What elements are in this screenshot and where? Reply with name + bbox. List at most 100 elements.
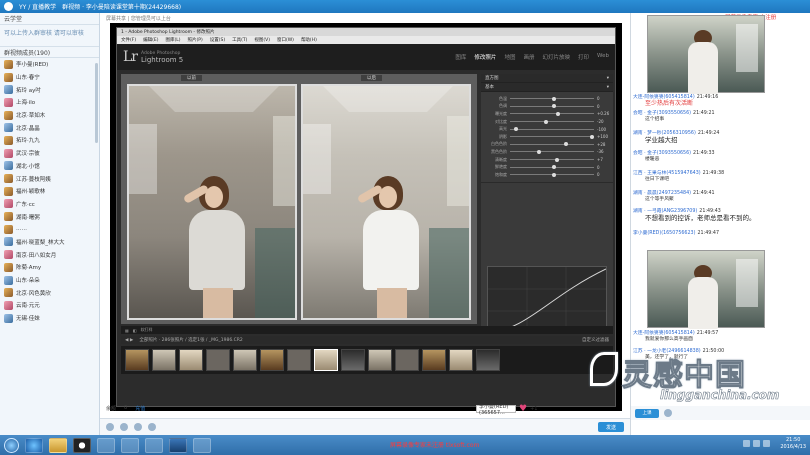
chat-sender[interactable]: 会昭 · 金子(3093550656) [633,111,691,116]
member-item[interactable]: 拓玲 ay吋 [0,83,99,96]
send-button[interactable]: 发送 [598,422,624,432]
develop-slider[interactable]: 高光 -100 [485,125,609,133]
lightroom-menu-item[interactable]: 设置(S) [210,37,225,43]
filmstrip-thumbnail[interactable] [206,349,230,371]
slider-value[interactable]: -20 [597,119,609,124]
lightroom-menu-item[interactable]: 照片(P) [188,37,203,43]
module-tab[interactable]: 图库 [455,53,466,61]
module-tab[interactable]: Web [597,53,609,61]
before-after-icon[interactable]: ◧ [133,328,137,333]
filmstrip-thumbnail[interactable] [341,349,365,371]
slider-knob[interactable] [552,165,556,170]
basic-header[interactable]: 基本 ▾ [481,83,613,92]
slider-track[interactable] [510,111,594,116]
filmstrip-thumbnail[interactable] [233,349,257,371]
member-item[interactable]: 福州·晓蓝梨_林大大 [0,236,99,249]
develop-slider[interactable]: 对比度 -20 [485,118,609,126]
sidebar-tab[interactable]: 云学堂 [0,13,99,25]
slider-value[interactable]: 0 [597,172,609,177]
member-item[interactable]: 云南·元元 [0,299,99,312]
develop-slider[interactable]: 白色色阶 +28 [485,141,609,149]
develop-slider[interactable]: 鲜艳度 0 [485,163,609,171]
module-tab[interactable]: 打印 [578,53,589,61]
collapse-triangle-icon[interactable]: ▾ [607,85,609,90]
slider-value[interactable]: 0 [597,165,609,170]
member-item[interactable]: 山东·春宁 [0,71,99,84]
member-item[interactable]: 武汉·宗彼 [0,147,99,160]
slider-value[interactable]: +100 [597,134,609,139]
slider-value[interactable]: +0.26 [597,111,609,116]
member-item[interactable]: 北京·风色黄欣 [0,286,99,299]
tray-volume-icon[interactable] [753,440,760,447]
slider-track[interactable] [510,104,594,109]
mail-icon[interactable] [97,437,115,453]
member-item[interactable]: 湖南·曙粥 [0,210,99,223]
member-item[interactable]: 山东·朵朵 [0,274,99,287]
member-item[interactable]: 广东·cc [0,198,99,211]
develop-slider[interactable]: 清晰度 +7 [485,156,609,164]
slider-value[interactable]: 0 [597,96,609,101]
develop-slider[interactable]: 阴影 +100 [485,133,609,141]
font-icon[interactable] [120,423,128,431]
module-tab[interactable]: 画册 [523,53,534,61]
filmstrip-thumbnail[interactable] [125,349,149,371]
lightroom-menu-item[interactable]: 窗口(W) [277,37,294,43]
slider-knob[interactable] [556,111,561,116]
develop-slider[interactable]: 色温 0 [485,95,609,103]
slider-knob[interactable] [554,157,559,162]
slider-knob[interactable] [543,119,548,124]
histogram-header[interactable]: 直方图 ▾ [481,74,613,83]
tray-input-icon[interactable] [763,440,770,447]
emoji-icon[interactable] [106,423,114,431]
media-icon[interactable] [145,437,163,453]
slider-value[interactable]: 0 [597,104,609,109]
filmstrip-nav-icon[interactable]: ◀ ▶ [125,338,133,343]
slider-track[interactable] [510,165,594,170]
chat-sender[interactable]: 会昭 · 金子(3093550656) [633,151,691,156]
lightroom-menu-item[interactable]: 视图(V) [254,37,270,43]
slider-value[interactable]: -100 [597,127,609,132]
tray-network-icon[interactable] [743,440,750,447]
member-item[interactable]: 北京·草如木 [0,109,99,122]
slider-track[interactable] [510,96,594,101]
slider-track[interactable] [510,157,594,162]
lightroom-menu-item[interactable]: 工具(T) [232,37,247,43]
heart-icon[interactable]: ♥ [519,404,527,414]
slider-knob[interactable] [563,142,568,147]
slider-knob[interactable] [552,104,556,109]
member-item[interactable]: 江苏·蔓枝阿姨 [0,172,99,185]
develop-slider[interactable]: 黑色色阶 -36 [485,148,609,156]
slider-value[interactable]: -36 [597,149,609,154]
filmstrip-thumbnail[interactable] [449,349,473,371]
member-item[interactable]: 无锡·佳妹 [0,312,99,325]
chat-image-1[interactable] [647,15,765,94]
voice-icon[interactable] [148,423,156,431]
chat-image-2[interactable] [647,250,765,329]
start-button-icon[interactable] [4,437,19,453]
lightroom-menu-item[interactable]: 图库(L) [165,37,180,43]
member-item[interactable]: 湖北·小馆 [0,160,99,173]
slider-track[interactable] [510,172,594,177]
filmstrip-thumbnail[interactable] [152,349,176,371]
member-item[interactable]: 北京·晶晶 [0,121,99,134]
lightroom-menu-item[interactable]: 编辑(E) [143,37,158,43]
module-tab[interactable]: 修改照片 [474,53,496,61]
member-item[interactable]: 李小曼(RED) [0,58,99,71]
clock[interactable]: 21:50 2016/4/13 [780,437,806,451]
collapse-triangle-icon[interactable]: ▾ [607,76,609,81]
member-item[interactable]: 上海·ilo [0,96,99,109]
slider-track[interactable] [510,149,594,154]
chat-sender[interactable]: 大连-阿依婆婆(605415814) [633,331,695,336]
lightroom-menu-item[interactable]: 帮助(H) [301,37,317,43]
tone-curve[interactable] [487,266,607,334]
module-tab[interactable]: 幻灯片放映 [542,53,570,61]
member-item[interactable]: 陈菊·Amy [0,261,99,274]
slider-knob[interactable] [552,96,556,101]
before-photo[interactable] [127,84,297,320]
slider-track[interactable] [510,142,594,147]
slider-track[interactable] [510,134,594,139]
chat-sender[interactable]: 湖南 · 晨晨(2497235484) [633,191,691,196]
filmstrip-thumbnail[interactable] [314,349,338,371]
filmstrip-thumbnail[interactable] [368,349,392,371]
slider-knob[interactable] [552,172,556,177]
